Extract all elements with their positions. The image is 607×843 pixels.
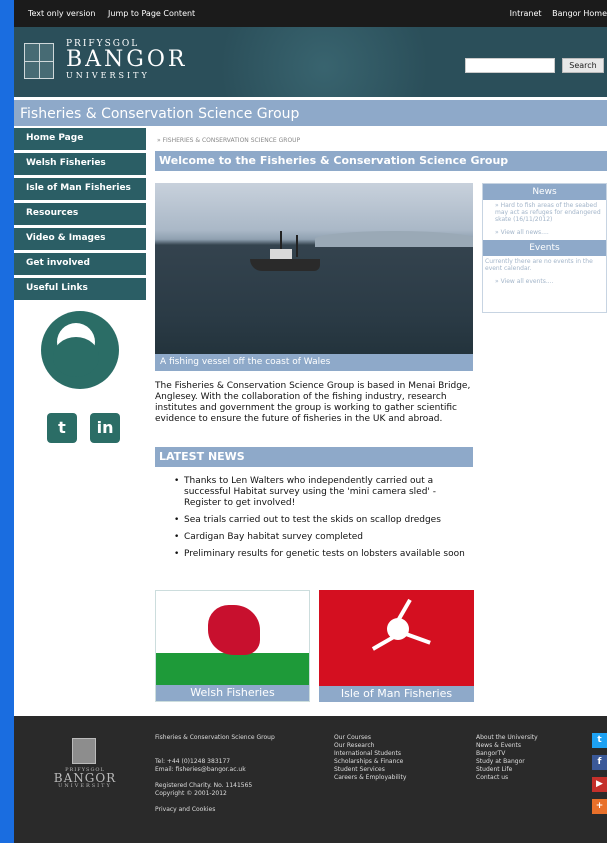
events-heading: Events — [483, 240, 606, 256]
list-item[interactable]: Sea trials carried out to test the skids… — [174, 515, 470, 526]
footer-link[interactable]: Scholarships & Finance — [334, 758, 464, 766]
search-button[interactable]: Search — [562, 58, 604, 73]
page-title: Welcome to the Fisheries & Conservation … — [155, 151, 607, 171]
footer-copyright: Copyright © 2001-2012 — [155, 790, 227, 797]
footer-logo: PRIFYSGOL BANGOR UNIVERSITY — [50, 766, 120, 790]
dragon-icon — [208, 605, 260, 655]
welsh-fisheries-label: Welsh Fisheries — [156, 685, 309, 701]
footer-links-col2: Our Courses Our Research International S… — [334, 734, 464, 782]
footer-link[interactable]: International Students — [334, 750, 464, 758]
twitter-icon[interactable]: t — [47, 413, 77, 443]
footer-link[interactable]: Our Research — [334, 742, 464, 750]
footer-links-col3: About the University News & Events Bango… — [476, 734, 576, 782]
footer-logo-line3: UNIVERSITY — [58, 783, 112, 789]
top-bar: Text only version Jump to Page Content I… — [14, 0, 607, 27]
boat-shape — [250, 231, 320, 273]
footer-contact: Fisheries & Conservation Science Group T… — [155, 734, 325, 814]
footer-link[interactable]: Student Life — [476, 766, 576, 774]
footer-tel: Tel: +44 (0)1248 383177 — [155, 758, 231, 765]
news-heading: News — [483, 184, 606, 200]
search-input[interactable] — [465, 58, 555, 73]
text-only-link[interactable]: Text only version — [28, 9, 96, 18]
linkedin-icon[interactable]: in — [90, 413, 121, 443]
isle-of-man-fisheries-label: Isle of Man Fisheries — [319, 686, 474, 702]
footer-link[interactable]: Our Courses — [334, 734, 464, 742]
jump-to-content-link[interactable]: Jump to Page Content — [108, 9, 195, 18]
nav-item-resources[interactable]: Resources — [14, 203, 146, 225]
footer-group-name: Fisheries & Conservation Science Group — [155, 734, 275, 741]
news-events-box: News » Hard to fish areas of the seabed … — [482, 183, 607, 313]
image-caption: A fishing vessel off the coast of Wales — [155, 354, 473, 371]
group-title-bar: Fisheries & Conservation Science Group — [14, 100, 607, 126]
fishing-vessel-image: A fishing vessel off the coast of Wales — [155, 183, 473, 371]
footer-charity: Registered Charity. No. 1141565 — [155, 782, 253, 789]
sidebar-nav: Home Page Welsh Fisheries Isle of Man Fi… — [14, 128, 146, 303]
nav-item-welsh-fisheries[interactable]: Welsh Fisheries — [14, 153, 146, 175]
nav-item-get-involved[interactable]: Get involved — [14, 253, 146, 275]
university-crest-icon[interactable] — [24, 43, 54, 79]
footer-youtube-icon[interactable]: ▶ — [592, 777, 607, 792]
footer-link[interactable]: News & Events — [476, 742, 576, 750]
welsh-fisheries-link[interactable]: Welsh Fisheries — [155, 590, 310, 702]
logo-line3: UNIVERSITY — [66, 71, 150, 80]
intro-paragraph: The Fisheries & Conservation Science Gro… — [155, 381, 471, 424]
list-item[interactable]: Preliminary results for genetic tests on… — [174, 549, 470, 560]
footer-logo-line2: BANGOR — [53, 771, 117, 785]
footer-link[interactable]: Student Services — [334, 766, 464, 774]
nav-item-useful-links[interactable]: Useful Links — [14, 278, 146, 300]
isle-of-man-fisheries-link[interactable]: Isle of Man Fisheries — [319, 590, 474, 702]
latest-news-heading: LATEST NEWS — [155, 447, 473, 467]
list-item[interactable]: Thanks to Len Walters who independently … — [174, 476, 470, 509]
footer-share-icon[interactable]: + — [592, 799, 607, 814]
coastline-hill — [315, 231, 473, 247]
footer-link[interactable]: About the University — [476, 734, 576, 742]
list-item[interactable]: Cardigan Bay habitat survey completed — [174, 532, 470, 543]
footer-link[interactable]: BangorTV — [476, 750, 576, 758]
logo-line2: BANGOR — [66, 47, 188, 72]
view-all-news-link[interactable]: » View all news.... — [483, 225, 606, 240]
nav-item-home[interactable]: Home Page — [14, 128, 146, 150]
footer-link[interactable]: Study at Bangor — [476, 758, 576, 766]
masthead: PRIFYSGOL BANGOR UNIVERSITY Search — [14, 27, 607, 97]
footer-facebook-icon[interactable]: f — [592, 755, 607, 770]
news-item[interactable]: » Hard to fish areas of the seabed may a… — [483, 200, 606, 225]
footer-link[interactable]: Contact us — [476, 774, 576, 782]
intranet-link[interactable]: Intranet — [510, 9, 542, 18]
group-logo-icon — [41, 311, 119, 389]
footer-email[interactable]: Email: fisheries@bangor.ac.uk — [155, 766, 325, 774]
footer-link[interactable]: Careers & Employability — [334, 774, 464, 782]
view-all-events-link[interactable]: » View all events.... — [483, 274, 606, 289]
footer-twitter-icon[interactable]: t — [592, 733, 607, 748]
nav-item-video-images[interactable]: Video & Images — [14, 228, 146, 250]
breadcrumb[interactable]: » FISHERIES & CONSERVATION SCIENCE GROUP — [157, 137, 300, 144]
nav-item-isle-of-man[interactable]: Isle of Man Fisheries — [14, 178, 146, 200]
latest-news-list: Thanks to Len Walters who independently … — [174, 476, 470, 566]
flag-green-band — [156, 653, 309, 685]
bangor-home-link[interactable]: Bangor Home — [552, 9, 607, 18]
university-logo[interactable]: PRIFYSGOL BANGOR UNIVERSITY — [66, 39, 187, 80]
privacy-link[interactable]: Privacy and Cookies — [155, 806, 325, 814]
footer-crest-icon — [72, 738, 96, 764]
events-text: Currently there are no events in the eve… — [485, 258, 593, 272]
page: Text only version Jump to Page Content I… — [14, 0, 607, 843]
footer: PRIFYSGOL BANGOR UNIVERSITY Fisheries & … — [14, 716, 607, 843]
social-links: t in — [47, 413, 128, 443]
